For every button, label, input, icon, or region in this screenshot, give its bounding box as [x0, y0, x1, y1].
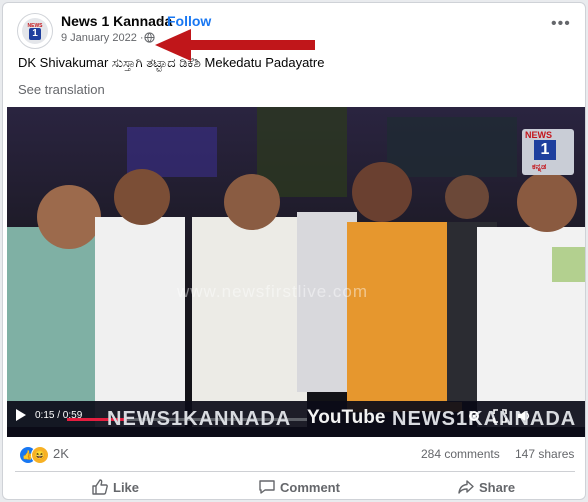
see-translation-link[interactable]: See translation [18, 82, 105, 97]
youtube-text: YouTube [307, 407, 386, 428]
channel-logo-number: 1 [534, 140, 556, 160]
channel-logo-text: NEWS [525, 130, 552, 140]
settings-icon[interactable] [467, 409, 481, 423]
fullscreen-icon[interactable] [493, 409, 507, 423]
video-watermark: www.newsfirstlive.com [177, 282, 369, 301]
comment-label: Comment [280, 480, 340, 495]
comments-count[interactable]: 284 comments [421, 447, 500, 461]
video-player[interactable]: www.newsfirstlive.com NEWS 1 ಕನ್ನಡ 0:15 … [7, 107, 585, 437]
video-brand-right: NEWS1KANNADA [392, 408, 577, 430]
post-card: NEWS 1 News 1 Kannada · Follow 9 January… [2, 2, 586, 500]
volume-icon[interactable] [517, 409, 531, 423]
page-avatar[interactable]: NEWS 1 [17, 13, 53, 49]
comment-button[interactable]: Comment [259, 480, 340, 495]
video-brand-left: NEWS1KANNADA [107, 408, 292, 430]
like-button[interactable]: Like [92, 479, 140, 495]
post-caption: DK Shivakumar ಸುಸ್ತಾಗಿ ತಟ್ಟಾದ ಡಿಕೆಶಿ Mek… [18, 55, 325, 70]
shares-count[interactable]: 147 shares [515, 447, 574, 461]
share-label: Share [479, 480, 516, 495]
like-label: Like [113, 480, 140, 495]
play-icon[interactable] [15, 408, 27, 422]
share-arrow-icon [458, 480, 474, 494]
actions-divider [15, 471, 575, 472]
comment-icon [259, 480, 275, 494]
channel-logo-kannada: ಕನ್ನಡ [532, 162, 547, 171]
video-frame [7, 107, 585, 437]
more-options-icon[interactable]: ••• [551, 15, 571, 33]
reaction-count[interactable]: 2K [53, 446, 69, 461]
haha-reaction-icon: 😆 [31, 446, 49, 464]
channel-logo: NEWS 1 ಕನ್ನಡ [522, 129, 574, 175]
post-timestamp[interactable]: 9 January 2022 · [61, 32, 144, 44]
share-button[interactable]: Share [458, 480, 516, 495]
thumbs-up-icon [92, 479, 108, 495]
avatar-logo-number: 1 [29, 28, 41, 40]
